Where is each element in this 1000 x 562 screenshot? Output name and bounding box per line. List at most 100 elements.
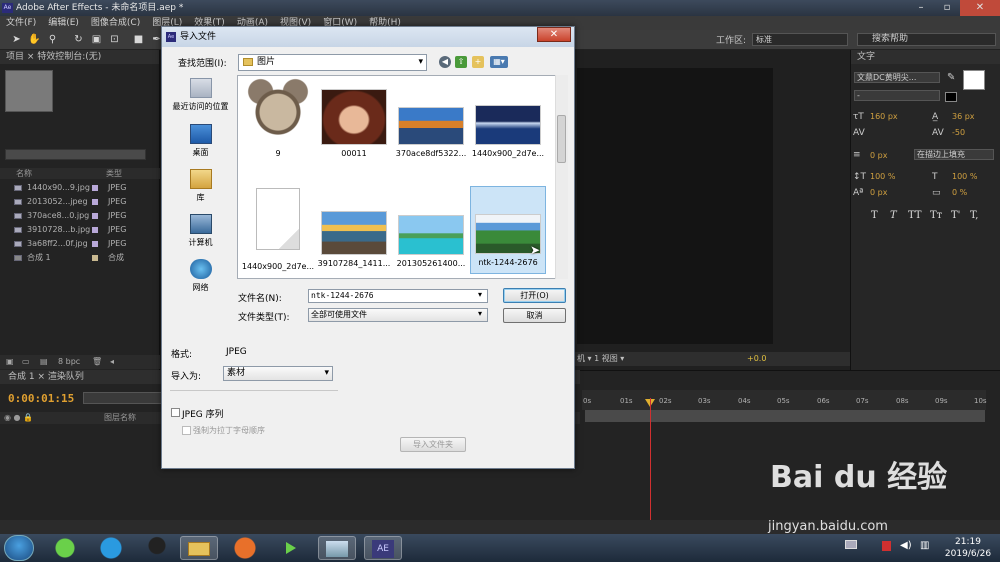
taskbar-explorer-icon[interactable] <box>180 536 218 560</box>
menu-edit[interactable]: 编辑(E) <box>48 16 79 30</box>
chevron-down-icon[interactable]: ▾ <box>478 290 482 299</box>
project-item[interactable]: 3910728...b.jpg JPEG <box>0 223 160 237</box>
place-desktop[interactable]: 桌面 <box>167 124 234 158</box>
zoom-tool-icon[interactable]: ⚲ <box>46 33 59 46</box>
project-item[interactable]: 2013052...jpeg JPEG <box>0 195 160 209</box>
file-item[interactable]: 1440x900_2d7e... <box>240 188 316 276</box>
import-folder-button[interactable]: 导入文件夹 <box>400 437 466 452</box>
file-item[interactable]: 1440x900_2d7e... <box>470 78 546 166</box>
file-item-selected[interactable]: ntk-1244-2676 <box>470 186 546 274</box>
alphabetical-order-checkbox[interactable] <box>182 426 191 435</box>
tab-composition-1[interactable]: 合成 1 × 渲染队列 <box>8 370 84 384</box>
superscript-button[interactable]: T' <box>951 210 960 221</box>
bit-depth-label[interactable]: 8 bpc <box>58 355 80 369</box>
file-type-select[interactable]: 全部可使用文件 <box>308 308 488 322</box>
security-tray-icon[interactable] <box>882 541 891 551</box>
rotate-tool-icon[interactable]: ↻ <box>72 33 85 46</box>
file-name-input[interactable]: ntk-1244-2676 <box>308 289 488 303</box>
taskbar-360-icon[interactable] <box>46 536 84 560</box>
faux-italic-button[interactable]: T <box>890 210 897 221</box>
font-family-select[interactable]: 文鼎DC黄明尖... <box>854 72 940 83</box>
baseline-shift-value[interactable]: 0 px <box>870 188 887 197</box>
chevron-down-icon[interactable]: ▾ <box>478 309 482 318</box>
playhead-line[interactable] <box>650 398 651 528</box>
eyedropper-icon[interactable]: ✎ <box>947 72 957 84</box>
character-panel-tab[interactable]: 文字 <box>851 50 1000 64</box>
project-item[interactable]: 3a68ff2...0f.jpg JPEG <box>0 237 160 251</box>
maximize-button[interactable]: ▫ <box>934 0 960 16</box>
type-column-header[interactable]: 类型 <box>106 168 122 179</box>
all-caps-button[interactable]: TT <box>908 210 922 221</box>
back-icon[interactable]: ◀ <box>439 56 451 68</box>
camera-tool-icon[interactable]: ▣ <box>90 33 103 46</box>
import-as-select[interactable]: 素材 ▾ <box>223 366 333 381</box>
taskbar-app-icon[interactable] <box>318 536 356 560</box>
new-folder-icon[interactable]: ▭ <box>22 355 30 369</box>
current-time-display[interactable]: 0:00:01:15 <box>8 392 74 405</box>
volume-icon[interactable]: ◀) <box>900 540 912 551</box>
taskbar-qq-icon[interactable] <box>138 536 176 560</box>
minimize-button[interactable]: – <box>908 0 934 16</box>
start-button[interactable] <box>4 535 34 561</box>
workspace-select[interactable]: 标准 <box>752 33 848 46</box>
pan-behind-tool-icon[interactable]: ⊡ <box>108 33 121 46</box>
keyboard-tray-icon[interactable] <box>845 540 857 549</box>
name-column-header[interactable]: 名称 <box>16 168 32 179</box>
dialog-close-button[interactable]: ✕ <box>537 27 571 42</box>
selection-tool-icon[interactable]: ➤ <box>10 33 23 46</box>
look-in-select[interactable]: 图片 ▾ <box>238 54 427 71</box>
stroke-color-swatch[interactable] <box>945 92 957 102</box>
close-window-button[interactable]: ✕ <box>960 0 1000 16</box>
taskbar-media-icon[interactable] <box>272 536 310 560</box>
file-item[interactable]: 39107284_1411... <box>316 188 392 276</box>
new-comp-icon[interactable]: ▤ <box>40 355 48 369</box>
project-item[interactable]: 370ace8...0.jpg JPEG <box>0 209 160 223</box>
font-size-value[interactable]: 160 px <box>870 112 898 121</box>
subscript-button[interactable]: T, <box>970 210 978 221</box>
scrollbar-thumb[interactable] <box>557 115 566 163</box>
place-network[interactable]: 网络 <box>167 259 234 293</box>
taskbar-firefox-icon[interactable] <box>226 536 264 560</box>
timeline-search-input[interactable] <box>83 392 163 404</box>
horizontal-scale-value[interactable]: 100 % <box>952 172 977 181</box>
exposure-value[interactable]: +0.0 <box>747 352 766 366</box>
help-search-input[interactable]: 搜索帮助 <box>857 33 996 46</box>
project-search-input[interactable] <box>5 149 146 160</box>
project-item[interactable]: 合成 1 合成 <box>0 251 160 265</box>
layer-name-column-header[interactable]: 图层名称 <box>104 412 136 424</box>
file-item[interactable]: 370ace8df5322... <box>393 78 469 166</box>
composition-canvas[interactable] <box>577 68 773 344</box>
taskbar-after-effects-icon[interactable]: AE <box>364 536 402 560</box>
stroke-mode-select[interactable]: 在描边上填充 <box>914 149 994 160</box>
faux-bold-button[interactable]: T <box>871 210 878 221</box>
stroke-width-value[interactable]: 0 px <box>870 151 887 160</box>
place-computer[interactable]: 计算机 <box>167 214 234 248</box>
menu-file[interactable]: 文件(F) <box>6 16 36 30</box>
trash-icon[interactable]: 🗑 <box>92 355 102 369</box>
hand-tool-icon[interactable]: ✋ <box>28 33 41 46</box>
place-recent[interactable]: 最近访问的位置 <box>167 78 234 112</box>
tsume-value[interactable]: 0 % <box>952 188 967 197</box>
small-caps-button[interactable]: Tт <box>930 210 942 221</box>
mask-tool-icon[interactable]: ■ <box>132 33 145 46</box>
vertical-scale-value[interactable]: 100 % <box>870 172 895 181</box>
taskbar-browser-icon[interactable] <box>92 536 130 560</box>
project-item[interactable]: 1440x90...9.jpg JPEG <box>0 181 160 195</box>
jpeg-sequence-checkbox[interactable] <box>171 408 180 417</box>
system-clock[interactable]: 21:19 2019/6/26 <box>940 536 996 560</box>
scroll-left-icon[interactable]: ◂ <box>110 355 114 369</box>
interpret-footage-icon[interactable]: ▣ <box>6 355 14 369</box>
tracking-value[interactable]: -50 <box>952 128 965 137</box>
cancel-button[interactable]: 取消 <box>503 308 566 323</box>
file-item[interactable]: 201305261400... <box>393 188 469 276</box>
leading-value[interactable]: 36 px <box>952 112 975 121</box>
file-item[interactable]: 9 <box>240 78 316 166</box>
work-area-bar[interactable] <box>585 410 985 422</box>
new-folder-icon[interactable]: + <box>472 56 484 68</box>
network-tray-icon[interactable]: ▥ <box>920 540 929 551</box>
menu-composition[interactable]: 图像合成(C) <box>91 16 140 30</box>
up-folder-icon[interactable]: ⇧ <box>455 56 467 68</box>
open-button[interactable]: 打开(O) <box>503 288 566 303</box>
fill-color-swatch[interactable] <box>963 70 985 90</box>
place-library[interactable]: 库 <box>167 169 234 203</box>
